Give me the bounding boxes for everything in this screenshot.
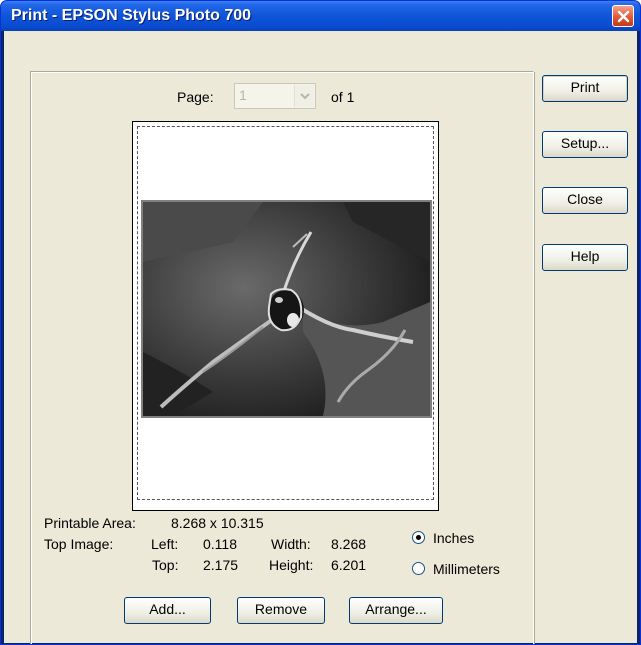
top-image-label: Top Image:: [44, 536, 114, 552]
width-label: Width:: [271, 536, 311, 552]
height-label: Height:: [269, 557, 314, 573]
page-label: Page:: [177, 89, 214, 105]
window-title: Print - EPSON Stylus Photo 700: [11, 7, 252, 24]
remove-button[interactable]: Remove: [237, 597, 325, 624]
top-value: 2.175: [203, 557, 239, 573]
title-bar[interactable]: Print - EPSON Stylus Photo 700: [1, 1, 640, 31]
print-button[interactable]: Print: [542, 75, 628, 102]
height-value: 6.201: [331, 557, 367, 573]
page-select-value: 1: [239, 87, 247, 103]
page-select-dropdown-button[interactable]: [294, 85, 314, 107]
printable-area-value: 8.268 x 10.315: [171, 515, 264, 531]
width-value: 8.268: [331, 536, 367, 552]
inches-label[interactable]: Inches: [433, 530, 474, 546]
dialog-client-area: Page: 1 of 1 Print Setup... Close Help P…: [4, 31, 637, 644]
setup-button[interactable]: Setup...: [542, 131, 628, 158]
left-label: Left:: [151, 536, 179, 552]
page-select[interactable]: 1: [234, 83, 316, 109]
page-count: of 1: [331, 89, 355, 105]
preview-image[interactable]: [141, 200, 432, 418]
close-window-button[interactable]: [612, 5, 634, 27]
printable-area-label: Printable Area:: [44, 515, 136, 531]
chevron-down-icon: [300, 93, 310, 100]
top-label: Top:: [152, 557, 179, 573]
radio-selected-dot: [416, 535, 421, 540]
millimeters-label[interactable]: Millimeters: [433, 561, 500, 577]
close-x-icon: [617, 10, 630, 23]
page-preview: [132, 121, 439, 511]
millimeters-radio[interactable]: [412, 562, 425, 575]
close-button[interactable]: Close: [542, 187, 628, 214]
inches-radio[interactable]: [412, 531, 425, 544]
left-value: 0.118: [203, 536, 237, 552]
help-button[interactable]: Help: [542, 244, 628, 271]
add-button[interactable]: Add...: [124, 597, 211, 624]
print-dialog: Print - EPSON Stylus Photo 700 Page: 1 o…: [0, 0, 641, 645]
arrange-button[interactable]: Arrange...: [349, 597, 443, 624]
photo-thumbnail: [143, 202, 430, 416]
